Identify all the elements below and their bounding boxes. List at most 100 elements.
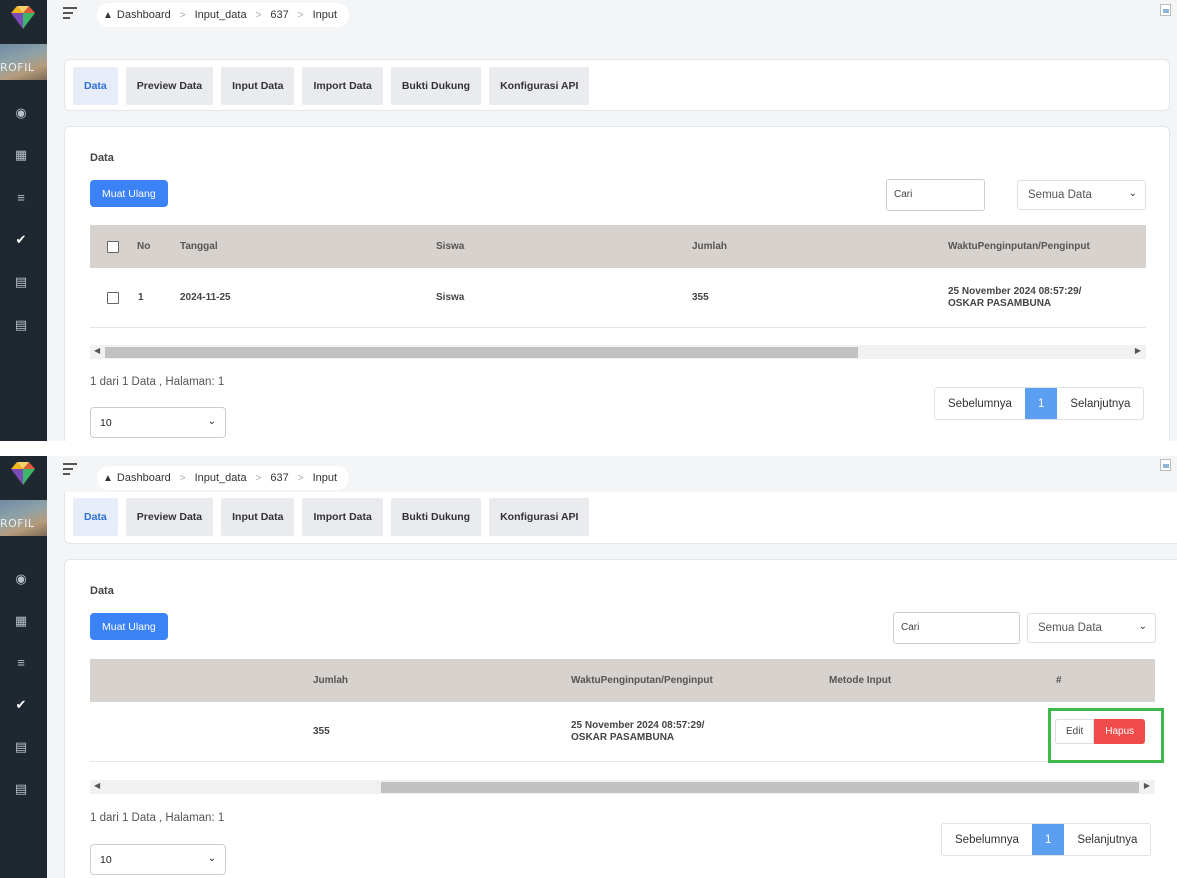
data-card: Data Muat Ulang Cari Semua Data ⌄ No Tan… [64,126,1170,441]
chevron-down-icon: ⌄ [207,416,216,427]
page-button-current[interactable]: 1 [1024,388,1058,419]
broken-image-icon [1160,4,1171,16]
chevron-right-icon: > [179,472,186,484]
tab-import-data[interactable]: Import Data [302,67,383,105]
tab-preview-data[interactable]: Preview Data [125,67,214,105]
column-header-no[interactable]: No [137,225,150,268]
app-logo-icon[interactable] [8,460,38,486]
topbar: ▲ Dashboard > Input_data > 637 > Input [47,456,1177,490]
topbar: ▲ Dashboard > Input_data > 637 > Input [47,0,1177,32]
horizontal-scrollbar[interactable]: ◀ ▶ [90,345,1146,359]
grid-icon[interactable]: ▦ [12,612,30,630]
next-page-button[interactable]: Selanjutnya [1064,824,1150,855]
tab-data[interactable]: Data [73,67,118,105]
home-icon: ▲ [103,9,113,21]
prev-page-button[interactable]: Sebelumnya [942,824,1032,855]
tab-input-data[interactable]: Input Data [221,67,295,105]
screen-top: ROFIL ◉ ▦ ≡ ✔ ▤ ▤ ▲ Dashboard > Input_da… [0,0,1177,441]
check-circle-icon[interactable]: ✔ [12,231,30,249]
reload-button[interactable]: Muat Ulang [90,613,168,640]
breadcrumb-item[interactable]: Input_data [195,472,247,484]
chevron-down-icon: ⌄ [1138,621,1147,632]
scroll-right-icon[interactable]: ▶ [1144,781,1150,790]
document-icon[interactable]: ▤ [12,316,30,334]
cell-waktu-line: OSKAR PASAMBUNA [571,731,675,743]
menu-toggle-icon[interactable] [63,463,77,478]
sidebar: ROFIL ◉ ▦ ≡ ✔ ▤ ▤ [0,456,47,878]
column-header-waktu[interactable]: WaktuPenginputan/Penginput [948,225,1090,268]
breadcrumb-item[interactable]: Input_data [195,9,247,21]
column-header-siswa[interactable]: Siswa [436,225,464,268]
chevron-right-icon: > [255,9,262,21]
avatar[interactable]: ROFIL [0,44,47,80]
document-icon[interactable]: ▤ [12,738,30,756]
document-icon[interactable]: ▤ [12,780,30,798]
avatar[interactable]: ROFIL [0,500,47,536]
pagination-info: 1 dari 1 Data , Halaman: 1 [90,376,225,388]
list-icon[interactable]: ≡ [12,654,30,672]
scroll-right-icon[interactable]: ▶ [1135,346,1141,355]
page-size-select[interactable]: 10 ⌄ [90,407,226,438]
breadcrumb: ▲ Dashboard > Input_data > 637 > Input [97,3,350,27]
cell-tanggal: 2024-11-25 [180,292,231,303]
table-row: 1 2024-11-25 Siswa 355 25 November 2024 … [90,268,1146,328]
page-button-current[interactable]: 1 [1031,824,1065,855]
tab-konfigurasi-api[interactable]: Konfigurasi API [489,498,590,536]
tab-bukti-dukung[interactable]: Bukti Dukung [390,67,482,105]
breadcrumb: ▲ Dashboard > Input_data > 637 > Input [97,466,350,490]
pagination-info: 1 dari 1 Data , Halaman: 1 [90,812,225,824]
tab-preview-data[interactable]: Preview Data [125,498,214,536]
chevron-down-icon: ⌄ [207,853,216,864]
breadcrumb-item[interactable]: 637 [270,472,288,484]
reload-button[interactable]: Muat Ulang [90,180,168,207]
page-size-value: 10 [100,417,112,429]
scroll-left-icon[interactable]: ◀ [94,346,100,355]
filter-select[interactable]: Semua Data ⌄ [1027,613,1156,643]
scrollbar-thumb[interactable] [381,782,1139,793]
horizontal-scrollbar[interactable]: ◀ ▶ [90,780,1155,794]
page-size-select[interactable]: 10 ⌄ [90,844,226,875]
home-icon[interactable]: ◉ [12,570,30,588]
tab-bukti-dukung[interactable]: Bukti Dukung [390,498,482,536]
cell-jumlah: 355 [692,292,709,303]
breadcrumb-item[interactable]: Dashboard [117,472,171,484]
tabs-card: Data Preview Data Input Data Import Data… [64,59,1170,111]
check-circle-icon[interactable]: ✔ [12,696,30,714]
cell-waktu: 25 November 2024 08:57:29/ OSKAR PASAMBU… [571,702,704,761]
pagination: Sebelumnya 1 Selanjutnya [934,387,1145,420]
scrollbar-thumb[interactable] [105,347,858,358]
tab-input-data[interactable]: Input Data [221,498,295,536]
search-input[interactable]: Cari [886,179,985,211]
document-icon[interactable]: ▤ [12,273,30,291]
home-icon[interactable]: ◉ [12,104,30,122]
breadcrumb-item: Input [312,472,338,484]
breadcrumb-item[interactable]: 637 [270,9,288,21]
row-checkbox[interactable] [107,268,119,327]
cell-no: 1 [138,292,144,303]
column-header-jumlah[interactable]: Jumlah [692,225,727,268]
filter-select[interactable]: Semua Data ⌄ [1017,180,1146,210]
column-header-metode-input[interactable]: Metode Input [829,659,891,702]
select-all-checkbox[interactable] [107,225,119,268]
scroll-left-icon[interactable]: ◀ [94,781,100,790]
tab-data[interactable]: Data [73,498,118,536]
menu-toggle-icon[interactable] [63,7,77,22]
pagination: Sebelumnya 1 Selanjutnya [941,823,1152,856]
column-header-tanggal[interactable]: Tanggal [180,225,218,268]
next-page-button[interactable]: Selanjutnya [1057,388,1143,419]
column-header-jumlah[interactable]: Jumlah [313,659,348,702]
prev-page-button[interactable]: Sebelumnya [935,388,1025,419]
table-row: 355 25 November 2024 08:57:29/ OSKAR PAS… [90,702,1155,762]
list-icon[interactable]: ≡ [12,189,30,207]
home-icon: ▲ [103,472,113,484]
search-input[interactable]: Cari [893,612,1020,644]
app-logo-icon[interactable] [8,4,38,30]
table-header: Jumlah WaktuPenginputan/Penginput Metode… [90,659,1155,702]
breadcrumb-item[interactable]: Dashboard [117,9,171,21]
column-header-waktu[interactable]: WaktuPenginputan/Penginput [571,659,713,702]
cell-waktu-line: 25 November 2024 08:57:29/ [948,285,1082,297]
tab-import-data[interactable]: Import Data [302,498,383,536]
tab-konfigurasi-api[interactable]: Konfigurasi API [489,67,590,105]
grid-icon[interactable]: ▦ [12,146,30,164]
chevron-right-icon: > [255,472,262,484]
